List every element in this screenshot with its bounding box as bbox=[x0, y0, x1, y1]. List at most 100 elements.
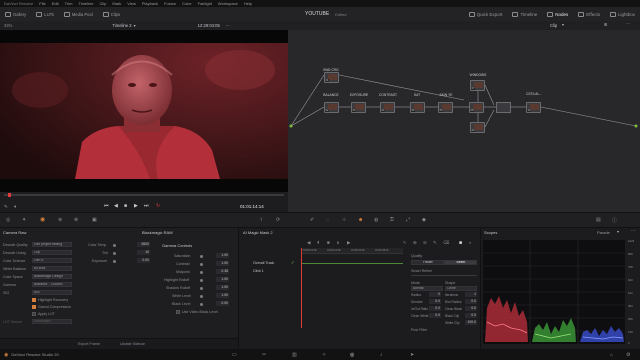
scrub-bar[interactable] bbox=[4, 194, 284, 196]
nodes-button[interactable]: Nodes bbox=[542, 11, 573, 17]
eraser-icon[interactable]: ⌫ bbox=[443, 240, 449, 246]
warper-icon[interactable]: ⟳ bbox=[276, 217, 280, 223]
menu-timeline[interactable]: Timeline bbox=[79, 1, 94, 6]
highlight-rolloff-reset-icon[interactable] bbox=[200, 279, 203, 282]
rgb-mixer-icon[interactable]: ⊗ bbox=[74, 217, 78, 223]
quick-export-button[interactable]: Quick Export bbox=[464, 11, 508, 17]
track-reverse-icon[interactable]: ◀ bbox=[307, 240, 310, 246]
parallel-mixer-node[interactable] bbox=[496, 102, 511, 113]
black-level-reset-icon[interactable] bbox=[200, 303, 203, 306]
menu-trim[interactable]: Trim bbox=[65, 1, 73, 6]
node-01[interactable]: 01 bbox=[324, 72, 339, 83]
shape-dropdown[interactable]: Circle bbox=[445, 286, 477, 291]
zoom-level[interactable]: 34% bbox=[4, 23, 12, 28]
viewer-options-icon[interactable]: ⋯ bbox=[226, 23, 230, 28]
scope-type-dropdown[interactable]: Parade bbox=[597, 230, 610, 235]
clips-button[interactable]: Clips bbox=[98, 11, 125, 17]
color-page-icon[interactable]: ◎ bbox=[350, 352, 354, 358]
highlight-recovery-checkbox[interactable] bbox=[32, 298, 36, 302]
go-last-icon[interactable]: ⏭ bbox=[144, 203, 149, 209]
menu-fairlight[interactable]: Fairlight bbox=[198, 1, 212, 6]
white-level-reset-icon[interactable] bbox=[200, 295, 203, 298]
track-stop-icon[interactable]: ■ bbox=[327, 240, 330, 245]
clean-white-value[interactable]: 0.0 bbox=[429, 313, 441, 318]
blur-icon[interactable]: ◍ bbox=[374, 217, 378, 223]
chevron-down-icon[interactable]: ▾ bbox=[134, 23, 136, 28]
better-option[interactable]: Better bbox=[444, 260, 477, 265]
faster-option[interactable]: Faster bbox=[411, 260, 444, 265]
update-sidecar-button[interactable]: Update Sidecar bbox=[120, 342, 145, 346]
contrast-reset-icon[interactable] bbox=[200, 263, 203, 266]
tint-reset-icon[interactable] bbox=[113, 252, 116, 255]
decode-using-dropdown[interactable]: Clip bbox=[32, 250, 72, 255]
iso-dropdown[interactable]: 800 bbox=[32, 290, 72, 295]
curves-icon[interactable]: ⌇ bbox=[260, 217, 262, 223]
node-05[interactable]: 05 bbox=[410, 102, 425, 113]
gamut-compression-checkbox[interactable] bbox=[32, 305, 36, 309]
pencil-icon[interactable]: ✎ bbox=[4, 204, 8, 210]
brush-tool-icon[interactable]: ✎ bbox=[433, 240, 437, 246]
hdr-icon[interactable]: ⊕ bbox=[58, 217, 62, 223]
contrast-value[interactable]: 1.00 bbox=[216, 261, 229, 266]
sizing-icon[interactable]: ⤢ bbox=[406, 217, 410, 223]
overlay-toggle-icon[interactable]: ■ bbox=[459, 240, 462, 246]
viewer-frame[interactable] bbox=[0, 30, 288, 192]
playhead[interactable] bbox=[8, 193, 11, 197]
color-temp-reset-icon[interactable] bbox=[113, 244, 116, 247]
menu-playback[interactable]: Playback bbox=[142, 1, 158, 6]
add-point-icon[interactable]: ⊕ bbox=[413, 240, 417, 246]
window-icon[interactable]: ◌ bbox=[326, 217, 329, 223]
midpoint-value[interactable]: 0.38 bbox=[216, 269, 229, 274]
node-04[interactable]: 04 bbox=[380, 102, 395, 113]
color-space-dropdown[interactable]: Blackmagic Design bbox=[32, 274, 72, 279]
lut-source-dropdown[interactable]: Embedded bbox=[32, 319, 72, 324]
menu-file[interactable]: File bbox=[39, 1, 45, 6]
home-icon[interactable]: ⌂ bbox=[610, 352, 613, 358]
play-icon[interactable]: ▶ bbox=[134, 203, 138, 209]
blur-radius-value[interactable]: 0.0 bbox=[465, 299, 477, 304]
scope-options-icon[interactable]: ⋯ bbox=[631, 228, 635, 233]
scopes-toggle-icon[interactable]: ▤ bbox=[596, 217, 601, 223]
gallery-button[interactable]: Gallery bbox=[0, 11, 31, 17]
gamma-dropdown[interactable]: Blackma... Custom bbox=[32, 282, 72, 287]
mask-playhead[interactable] bbox=[301, 248, 302, 328]
key-icon[interactable]: ⚿ bbox=[390, 217, 394, 223]
node-03[interactable]: 03 bbox=[351, 102, 366, 113]
pointer-tool-icon[interactable]: ↖ bbox=[403, 240, 407, 246]
magic-mask-icon[interactable]: ☻ bbox=[358, 217, 363, 223]
node-09[interactable]: 09 bbox=[470, 122, 485, 133]
dropdown-icon[interactable]: ▾ bbox=[14, 204, 16, 210]
exposure-reset-icon[interactable] bbox=[113, 260, 116, 263]
chevron-down-icon[interactable]: ▾ bbox=[617, 229, 619, 234]
click-track-label[interactable]: Click 1 bbox=[253, 269, 264, 273]
lightbox-button[interactable]: Lightbox bbox=[605, 11, 640, 17]
node-graph-icon[interactable]: ⊞ bbox=[604, 22, 608, 27]
iterations-value[interactable]: 1 bbox=[465, 292, 477, 297]
deliver-page-icon[interactable]: ➤ bbox=[410, 352, 414, 358]
white-level-value[interactable]: 1.00 bbox=[216, 293, 229, 298]
shadow-rolloff-value[interactable]: 1.00 bbox=[216, 285, 229, 290]
saturation-value[interactable]: 1.00 bbox=[216, 253, 229, 258]
node-06[interactable]: 06 bbox=[438, 102, 453, 113]
cut-page-icon[interactable]: ✂ bbox=[262, 352, 266, 358]
white-clip-value[interactable]: 100.0 bbox=[465, 320, 477, 325]
radius-value[interactable]: 0 bbox=[429, 292, 441, 297]
qualifier-icon[interactable]: ✐ bbox=[310, 217, 314, 223]
node-07[interactable]: 07 bbox=[470, 80, 485, 91]
color-wheels-icon[interactable]: ◎ bbox=[6, 217, 10, 223]
tint-value[interactable]: 10 bbox=[137, 250, 150, 255]
mode-dropdown[interactable]: Animal bbox=[411, 286, 443, 291]
fairlight-page-icon[interactable]: ♪ bbox=[380, 352, 383, 358]
settings-gear-icon[interactable]: ⚙ bbox=[626, 352, 630, 358]
menu-clip[interactable]: Clip bbox=[99, 1, 106, 6]
stop-icon[interactable]: ■ bbox=[124, 203, 127, 209]
export-frame-button[interactable]: Export Frame bbox=[78, 342, 100, 346]
media-page-icon[interactable]: ▭ bbox=[232, 352, 237, 358]
track-step-forward-icon[interactable]: ⏵ bbox=[337, 240, 339, 245]
camera-raw-icon[interactable]: ◉ bbox=[40, 216, 45, 223]
menu-workspace[interactable]: Workspace bbox=[218, 1, 238, 6]
color-science-dropdown[interactable]: Gen 5 bbox=[32, 258, 72, 263]
timeline-button[interactable]: Timeline bbox=[507, 11, 542, 17]
timeline-name[interactable]: Timeline 2 bbox=[112, 23, 131, 28]
loop-icon[interactable]: ↻ bbox=[156, 203, 160, 209]
